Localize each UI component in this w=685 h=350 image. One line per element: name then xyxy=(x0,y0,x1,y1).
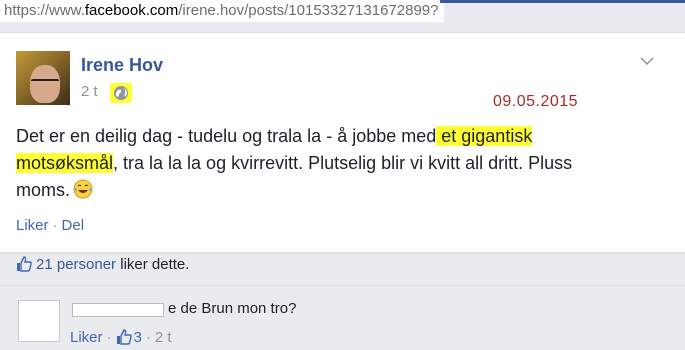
comment-text: e de Brun mon tro? xyxy=(168,300,297,317)
date-annotation: 09.05.2015 xyxy=(493,93,579,110)
comment-actions: Liker · 3 · 2 t xyxy=(70,329,172,349)
post-actions: Liker · Del xyxy=(16,217,84,234)
action-separator: · xyxy=(52,217,58,234)
commenter-avatar[interactable] xyxy=(18,300,60,342)
action-separator: · xyxy=(106,329,112,346)
globe-icon[interactable] xyxy=(110,83,132,103)
address-bar[interactable]: https://www.facebook.com/irene.hov/posts… xyxy=(0,0,685,22)
post-text-part1: Det er en deilig dag - tudelu og trala l… xyxy=(16,126,437,146)
author-avatar[interactable] xyxy=(16,51,70,105)
divider xyxy=(0,252,685,253)
laughing-emoji-icon xyxy=(73,179,93,199)
like-button[interactable]: Liker xyxy=(16,217,49,234)
thumbs-up-icon xyxy=(16,256,32,276)
comment-like-button[interactable]: Liker xyxy=(70,329,103,346)
likes-summary: 21 personer liker dette. xyxy=(16,256,189,276)
comment-like-count[interactable]: 3 xyxy=(134,329,142,346)
chevron-down-icon[interactable] xyxy=(640,53,654,71)
url-path: /irene.hov/posts/10153327131672899? xyxy=(178,2,439,19)
url-prefix: https://www. xyxy=(4,2,85,19)
comment-time[interactable]: 2 t xyxy=(155,329,172,346)
post-time[interactable]: 2 t xyxy=(81,83,98,100)
redacted-commenter-name xyxy=(72,303,164,317)
divider xyxy=(0,285,685,286)
post-card: Irene Hov 2 t 09.05.2015 Det er en deili… xyxy=(0,32,685,254)
likes-suffix: liker dette. xyxy=(116,256,190,273)
share-button[interactable]: Del xyxy=(62,217,85,234)
browser-accent-bar xyxy=(440,0,685,3)
url-domain: facebook.com xyxy=(84,2,179,19)
author-name[interactable]: Irene Hov xyxy=(81,55,163,76)
action-separator: · xyxy=(145,329,151,346)
likes-count-link[interactable]: 21 personer xyxy=(36,256,116,273)
post-body: Det er en deilig dag - tudelu og trala l… xyxy=(16,123,616,204)
thumbs-up-icon[interactable] xyxy=(116,329,132,349)
